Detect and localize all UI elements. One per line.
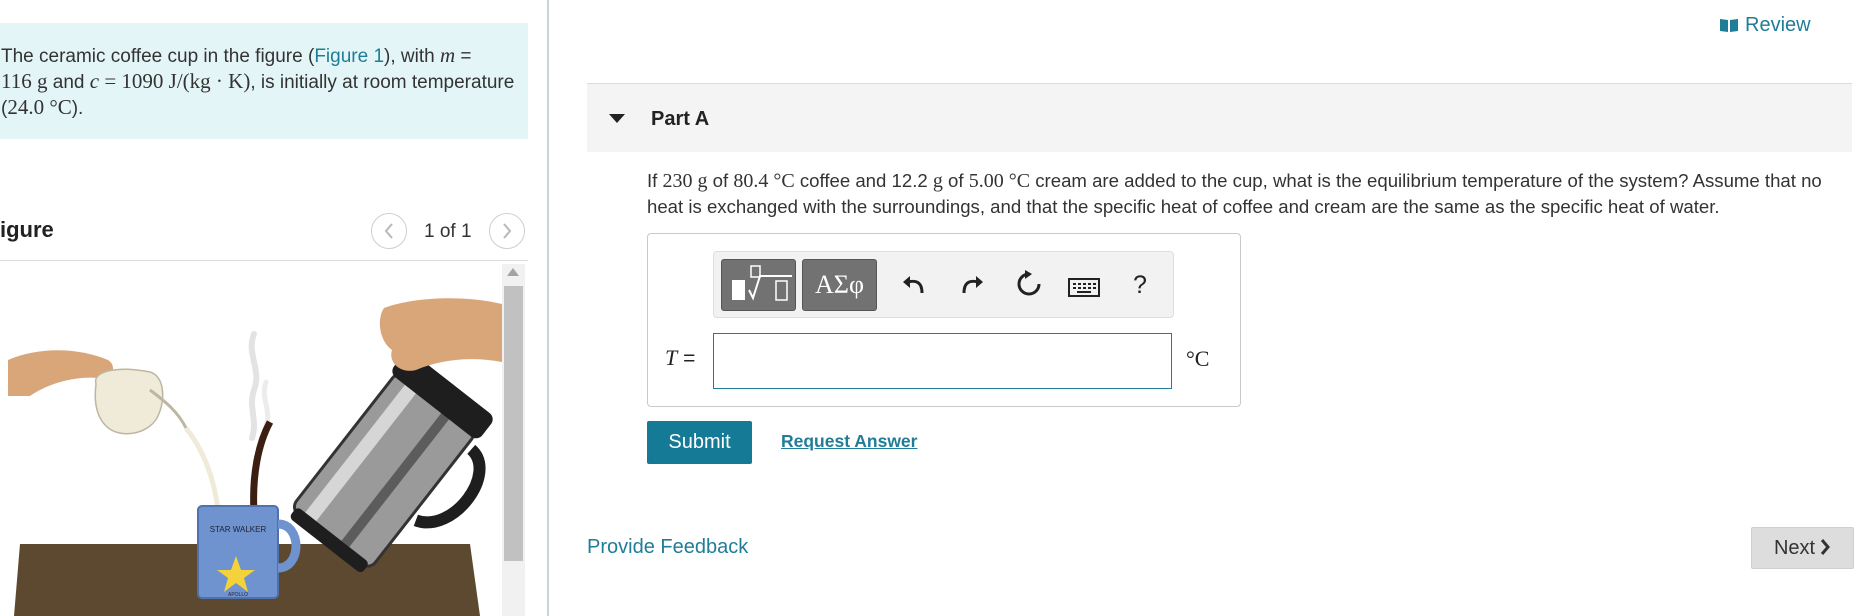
figure-link[interactable]: Figure 1 <box>314 46 384 67</box>
review-link[interactable]: Review <box>1719 14 1811 37</box>
and-text: and <box>47 72 90 93</box>
part-a-header[interactable]: Part A <box>587 84 1852 152</box>
var-m: m <box>439 43 456 67</box>
next-label: Next <box>1773 536 1816 559</box>
undo-icon[interactable] <box>898 269 930 301</box>
room-temp-value: 24.0 °C <box>7 95 72 119</box>
steam-icon <box>248 331 260 441</box>
question-segment: coffee and 12.2 <box>794 170 933 191</box>
figure-scrollbar[interactable] <box>502 264 525 616</box>
coffee-stream <box>250 420 274 513</box>
caret-down-icon[interactable] <box>609 114 625 123</box>
figure-header: igure 1 of 1 <box>0 213 528 261</box>
scroll-up-arrow-icon[interactable] <box>507 268 519 276</box>
eq-sign: = <box>455 46 472 67</box>
coffee-cup-illustration: STAR WALKER APOLLO <box>8 298 502 616</box>
question-segment: of <box>707 170 734 191</box>
problem-text: ), with <box>384 46 440 67</box>
specific-heat-value: 1090 J/(kg · K) <box>121 69 251 93</box>
cream-unit: g <box>932 170 943 192</box>
question-segment: If <box>647 170 663 191</box>
figure-title: igure <box>0 217 54 242</box>
chevron-left-icon <box>384 223 393 239</box>
variable-label: T = <box>665 345 695 371</box>
keyboard-icon[interactable] <box>1068 269 1100 301</box>
mug-bottom-label: APOLLO <box>228 592 248 598</box>
figure-pager: 1 of 1 <box>424 221 472 242</box>
figure-prev-button[interactable] <box>371 213 407 249</box>
review-label: Review <box>1745 14 1811 36</box>
provide-feedback-link[interactable]: Provide Feedback <box>587 536 748 559</box>
book-icon <box>1720 19 1738 32</box>
help-button[interactable]: ? <box>1124 269 1156 301</box>
var-c: c <box>89 69 100 93</box>
figure-next-button[interactable] <box>489 213 525 249</box>
cream-stream <box>184 426 221 511</box>
coffee-temp: 80.4 °C <box>733 170 795 192</box>
greek-symbols-button[interactable]: ΑΣφ <box>802 259 877 311</box>
c-eq: = <box>99 69 122 93</box>
templates-button[interactable] <box>721 259 796 311</box>
submit-button[interactable]: Submit <box>647 421 752 464</box>
mug-label: STAR WALKER <box>210 525 267 534</box>
panel-divider <box>547 0 549 616</box>
scroll-thumb[interactable] <box>504 286 523 561</box>
cream-pitcher <box>94 368 164 435</box>
chevron-right-icon <box>1820 538 1831 555</box>
unit-label: °C <box>1186 346 1210 371</box>
math-toolbar: ΑΣφ ? <box>713 251 1174 318</box>
redo-icon[interactable] <box>956 269 988 301</box>
mass-value: 116 g <box>1 69 48 93</box>
answer-input[interactable] <box>713 333 1172 389</box>
request-answer-link[interactable]: Request Answer <box>781 431 917 452</box>
part-title: Part A <box>651 108 710 130</box>
cream-temp: 5.00 °C <box>968 170 1031 192</box>
question-text: If 230 g of 80.4 °C coffee and 12.2 g of… <box>647 168 1847 219</box>
answer-box: ΑΣφ ? T = °C <box>647 233 1241 407</box>
problem-text-start: The ceramic coffee cup in the figure ( <box>1 46 315 67</box>
question-segment: of <box>942 170 969 191</box>
coffee-mass: 230 g <box>662 170 708 192</box>
figure-image: STAR WALKER APOLLO <box>0 262 524 616</box>
equals-sign: = <box>677 347 696 370</box>
reset-icon[interactable] <box>1013 269 1045 301</box>
right-hand <box>379 298 502 371</box>
problem-text-end: ). <box>71 98 84 119</box>
left-panel: The ceramic coffee cup in the figure (Fi… <box>0 0 548 616</box>
chevron-right-icon <box>503 223 512 239</box>
next-button[interactable]: Next <box>1751 527 1854 569</box>
problem-statement: The ceramic coffee cup in the figure (Fi… <box>0 23 528 139</box>
variable-t: T <box>665 345 678 370</box>
templates-icon <box>732 265 792 301</box>
